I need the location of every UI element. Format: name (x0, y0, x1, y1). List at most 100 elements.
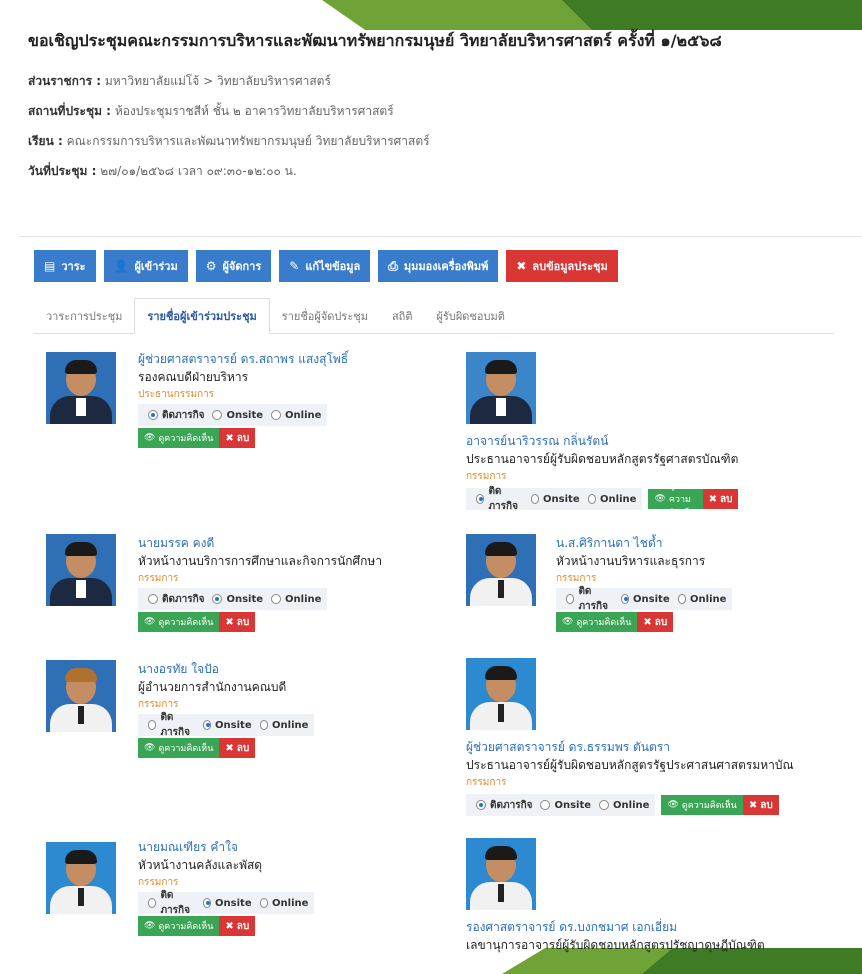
radio-busy[interactable] (476, 800, 486, 810)
print-button[interactable]: ⎙ มุมมองเครื่องพิมพ์ (378, 250, 499, 282)
view-comment-label: ดูความคิดเห็น (158, 744, 214, 754)
radio-onsite[interactable] (202, 898, 212, 908)
radio-busy[interactable] (476, 494, 485, 504)
pencil-icon: ✎ (289, 259, 300, 273)
radio-onsite[interactable] (212, 410, 223, 420)
participants-button[interactable]: 👤 ผู้เข้าร่วม (103, 250, 188, 282)
avatar (46, 660, 116, 732)
avatar (466, 352, 536, 424)
delete-participant-button[interactable]: ✖ ลบ (702, 489, 739, 509)
to-label: เรียน : (28, 134, 63, 148)
attendance-options: ติดภารกิจ Onsite Online (138, 588, 328, 610)
radio-busy-label: ติดภารกิจ (162, 593, 205, 605)
participant-position: หัวหน้างานบริการการศึกษาและกิจการนักศึกษ… (138, 554, 383, 568)
close-icon: ✖ (225, 432, 234, 444)
close-icon: ✖ (225, 742, 234, 754)
radio-online[interactable] (587, 494, 597, 504)
participant-role: กรรมการ (466, 777, 507, 788)
delete-label: ลบ (236, 616, 250, 628)
radio-online[interactable] (259, 898, 269, 908)
tab-organizers[interactable]: รายชื่อผู้จัดประชุม (270, 298, 380, 333)
radio-busy[interactable] (148, 898, 157, 908)
view-comment-label: ดูความคิดเห็น (681, 801, 737, 811)
delete-participant-button[interactable]: ✖ ลบ (219, 612, 256, 632)
view-comment-button[interactable]: 👁 ดูความคิดเห็น (138, 428, 220, 448)
department-label: ส่วนราชการ : (28, 74, 102, 88)
radio-onsite-label: Onsite (226, 409, 264, 421)
tab-resolution-owners[interactable]: ผู้รับผิดชอบมติ (424, 298, 516, 333)
edit-label: แก้ไขข้อมูล (305, 260, 361, 273)
tab-statistics[interactable]: สถิติ (380, 298, 425, 333)
radio-online-label: Online (272, 897, 309, 909)
participant-name[interactable]: น.ส.ศิริกานดา ไชด้ำ (556, 534, 732, 552)
participant-name[interactable]: นายมณเฑียร คำใจ (138, 838, 314, 856)
radio-online[interactable] (271, 410, 282, 420)
view-comment-button[interactable]: 👁 ดูความคิดเห็น (648, 481, 703, 519)
eye-icon: 👁 (667, 800, 679, 810)
radio-onsite[interactable] (212, 594, 223, 604)
delete-participant-button[interactable]: ✖ ลบ (637, 612, 674, 632)
eye-icon: 👁 (144, 433, 156, 443)
edit-button[interactable]: ✎ แก้ไขข้อมูล (279, 250, 371, 282)
participant-name[interactable]: ผู้ช่วยศาสตราจารย์ ดร.ธรรมพร ตันตรา (466, 738, 794, 756)
radio-busy[interactable] (148, 410, 158, 420)
delete-participant-button[interactable]: ✖ ลบ (219, 916, 256, 936)
radio-busy[interactable] (566, 594, 575, 604)
to-value: คณะกรรมการบริหารและพัฒนาทรัพยากรมนุษย์ ว… (66, 134, 430, 148)
view-comment-button[interactable]: 👁 ดูความคิดเห็น (138, 612, 220, 632)
view-comment-button[interactable]: 👁 ดูความคิดเห็น (556, 612, 638, 632)
delete-meeting-button[interactable]: ✖ ลบข้อมูลประชุม (506, 250, 618, 282)
radio-busy-label: ติดภารกิจ (578, 586, 608, 612)
participant-position: ผู้อำนวยการสำนักงานคณบดี (138, 680, 287, 694)
participant-name[interactable]: นายมรรค คงดี (138, 534, 382, 552)
radio-onsite[interactable] (202, 720, 212, 730)
header-divider (18, 236, 862, 237)
avatar (466, 838, 536, 910)
participant-name[interactable]: นางอรทัย ใจปัอ (138, 660, 314, 678)
date-value: ๒๗/๐๑/๒๕๖๘ เวลา ๐๙:๓๐-๑๒:๐๐ น. (100, 164, 297, 178)
view-comment-button[interactable]: 👁 ดูความคิดเห็น (138, 916, 220, 936)
view-comment-label: ดูความคิดเห็น (158, 618, 214, 628)
tab-bar: วาระการประชุม รายชื่อผู้เข้าร่วมประชุม ร… (34, 298, 834, 334)
radio-busy[interactable] (148, 720, 157, 730)
delete-participant-button[interactable]: ✖ ลบ (219, 738, 256, 758)
agenda-button[interactable]: ▤ วาระ (34, 250, 96, 282)
radio-online[interactable] (271, 594, 282, 604)
organizers-label: ผู้จัดการ (222, 260, 262, 273)
radio-onsite[interactable] (530, 494, 540, 504)
to-row: เรียน : คณะกรรมการบริหารและพัฒนาทรัพยากร… (28, 126, 848, 156)
participant-actions: 👁 ดูความคิดเห็น ✖ ลบ (648, 481, 739, 519)
tab-participants[interactable]: รายชื่อผู้เข้าร่วมประชุม (134, 298, 270, 334)
participant-actions: 👁 ดูความคิดเห็น ✖ ลบ (138, 738, 314, 758)
meeting-header: ขอเชิญประชุมคณะกรรมการบริหารและพัฒนาทรัพ… (28, 30, 848, 186)
radio-onsite[interactable] (620, 594, 630, 604)
delete-label: ลบ (236, 432, 250, 444)
participant-name[interactable]: รองศาสตราจารย์ ดร.บงกชมาศ เอกเอี่ยม (466, 918, 765, 936)
view-comment-label: ดูความคิดเห็น (576, 618, 632, 628)
agenda-label: วาระ (61, 260, 86, 273)
participant-position: หัวหน้างานคลังและพัสดุ (138, 858, 263, 872)
attendance-options: ติดภารกิจ Onsite Online (466, 486, 643, 512)
department-row: ส่วนราชการ : มหาวิทยาลัยแม่โจ้ > วิทยาลั… (28, 66, 848, 96)
delete-participant-button[interactable]: ✖ ลบ (742, 795, 779, 815)
radio-busy[interactable] (148, 594, 158, 604)
radio-busy-label: ติดภารกิจ (160, 890, 190, 916)
avatar (466, 534, 536, 606)
tab-agenda[interactable]: วาระการประชุม (34, 298, 134, 333)
delete-label: ลบ (236, 742, 250, 754)
radio-online[interactable] (599, 800, 610, 810)
organizers-button[interactable]: ⚙ ผู้จัดการ (195, 250, 272, 282)
radio-onsite[interactable] (540, 800, 551, 810)
participant-role: ประธานกรรมการ (138, 389, 215, 400)
toolbar: ▤ วาระ 👤 ผู้เข้าร่วม ⚙ ผู้จัดการ ✎ แก้ไขข้อม… (34, 250, 618, 282)
radio-online[interactable] (677, 594, 687, 604)
view-comment-button[interactable]: 👁 ดูความคิดเห็น (661, 795, 743, 815)
view-comment-button[interactable]: 👁 ดูความคิดเห็น (138, 738, 220, 758)
participant-name[interactable]: ผู้ช่วยศาสตราจารย์ ดร.สถาพร แสงสุโพธิ์ (138, 350, 348, 368)
view-comment-label: ดูความคิดเห็น (158, 434, 214, 444)
radio-online[interactable] (259, 720, 269, 730)
delete-participant-button[interactable]: ✖ ลบ (219, 428, 256, 448)
participant-name[interactable]: อาจารย์นาริวรรณ กลิ่นรัตน์ (466, 432, 738, 450)
radio-onsite-label: Onsite (633, 593, 670, 605)
close-icon: ✖ (225, 616, 234, 628)
